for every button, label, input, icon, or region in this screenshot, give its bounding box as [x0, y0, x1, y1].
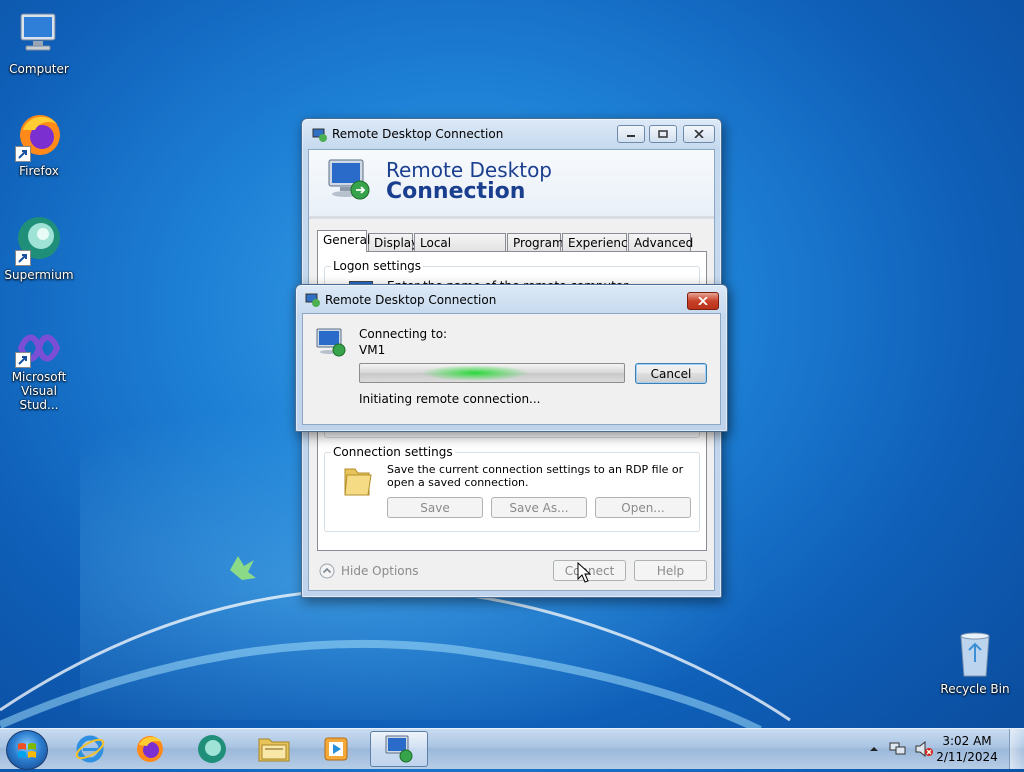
- connection-settings-text: Save the current connection settings to …: [387, 463, 684, 489]
- show-hidden-icons-button[interactable]: [868, 743, 880, 755]
- taskbar-file-explorer[interactable]: [246, 731, 302, 767]
- desktop-icon-label: Microsoft Visual Stud...: [11, 370, 67, 412]
- tab-advanced[interactable]: Advanced: [628, 233, 693, 252]
- connecting-to-label: Connecting to:: [359, 327, 448, 341]
- system-clock[interactable]: 3:02 AM 2/11/2024: [932, 733, 1002, 765]
- computer-name: VM1: [359, 343, 386, 357]
- folder-icon: [341, 465, 373, 499]
- chevron-up-icon: [319, 563, 335, 579]
- tab-programs[interactable]: Programs: [507, 233, 570, 252]
- taskbar: 3:02 AM 2/11/2024: [0, 728, 1024, 770]
- close-button[interactable]: [687, 292, 719, 310]
- progress-marquee: [420, 365, 530, 381]
- close-button[interactable]: [683, 125, 715, 143]
- desktop-icon-recycle-bin[interactable]: Recycle Bin: [937, 630, 1013, 696]
- file-explorer-icon: [258, 738, 290, 762]
- close-icon: [698, 297, 708, 305]
- visual-studio-icon: [13, 328, 65, 368]
- banner: Remote Desktop Connection: [309, 150, 714, 216]
- connection-settings-label: Connection settings: [331, 445, 455, 459]
- supermium-icon: [198, 735, 226, 763]
- progress-dialog-client: Connecting to: VM1 Cancel Initiating rem…: [302, 313, 721, 425]
- desktop-icon-label: Firefox: [19, 164, 59, 178]
- taskbar-internet-explorer[interactable]: [62, 731, 118, 767]
- desktop-icon-computer[interactable]: Computer: [1, 8, 77, 76]
- remote-desktop-icon: [312, 127, 328, 143]
- minimize-icon: [627, 135, 635, 137]
- supermium-icon: [13, 214, 65, 266]
- desktop-icon-firefox[interactable]: Firefox: [1, 110, 77, 178]
- banner-title-line2: Connection: [386, 179, 526, 204]
- tab-experience[interactable]: Experience: [562, 233, 635, 252]
- network-icon: [889, 742, 906, 755]
- media-player-icon: [324, 737, 348, 761]
- window-title: Remote Desktop Connection: [332, 127, 504, 141]
- clock-time: 3:02 AM: [942, 734, 992, 748]
- minimize-button[interactable]: [617, 125, 645, 143]
- cancel-button[interactable]: Cancel: [635, 363, 707, 384]
- remote-desktop-icon: [305, 292, 321, 308]
- show-desktop-button[interactable]: [1009, 729, 1024, 769]
- save-button[interactable]: Save: [387, 497, 483, 518]
- progress-dialog-titlebar[interactable]: Remote Desktop Connection: [296, 285, 727, 315]
- tab-local-resources[interactable]: Local Resources: [414, 233, 506, 269]
- recycle-bin-icon: [949, 630, 1001, 680]
- logon-settings-label: Logon settings: [331, 259, 424, 273]
- status-text: Initiating remote connection...: [359, 392, 541, 406]
- desktop-icon-label: Computer: [9, 62, 69, 76]
- help-button[interactable]: Help: [634, 560, 707, 581]
- tab-display[interactable]: Display: [368, 233, 418, 252]
- desktop-icon-label: Supermium: [4, 268, 74, 282]
- taskbar-supermium[interactable]: [184, 731, 240, 767]
- volume-tray-button[interactable]: [914, 740, 934, 758]
- computer-icon: [13, 8, 65, 60]
- remote-desktop-icon: [315, 326, 349, 360]
- taskbar-remote-desktop[interactable]: [370, 731, 428, 767]
- remote-desktop-icon: [325, 156, 375, 206]
- network-tray-button[interactable]: [889, 740, 907, 758]
- volume-muted-icon: [915, 740, 933, 758]
- firefox-icon: [13, 110, 65, 162]
- desktop-icon-label: Recycle Bin: [940, 682, 1010, 696]
- connection-progress-bar: [359, 363, 625, 383]
- clock-date: 2/11/2024: [936, 750, 998, 764]
- shortcut-arrow-icon: [15, 146, 31, 162]
- rdc-progress-dialog: Remote Desktop Connection Connecting to:…: [295, 284, 728, 432]
- shortcut-arrow-icon: [15, 250, 31, 266]
- firefox-icon: [137, 736, 163, 762]
- mouse-cursor: [577, 562, 591, 583]
- start-button[interactable]: [6, 730, 48, 770]
- chevron-up-icon: [870, 747, 878, 751]
- banner-divider: [309, 216, 714, 219]
- remote-desktop-icon: [385, 735, 413, 763]
- hide-options-label: Hide Options: [341, 564, 419, 578]
- dialog-title: Remote Desktop Connection: [325, 293, 497, 307]
- tab-general[interactable]: General: [317, 230, 370, 252]
- taskbar-media-player[interactable]: [308, 731, 364, 767]
- internet-explorer-icon: [75, 735, 105, 763]
- save-as-button[interactable]: Save As...: [491, 497, 587, 518]
- shortcut-arrow-icon: [15, 352, 31, 368]
- taskbar-firefox[interactable]: [122, 731, 178, 767]
- windows-logo-icon: [18, 743, 36, 758]
- maximize-button[interactable]: [649, 125, 677, 143]
- open-button[interactable]: Open...: [595, 497, 691, 518]
- maximize-icon: [658, 130, 668, 138]
- close-icon: [694, 130, 704, 138]
- hide-options-button[interactable]: Hide Options: [319, 562, 418, 580]
- rdc-main-titlebar[interactable]: Remote Desktop Connection: [302, 119, 721, 149]
- desktop-icon-visual-studio[interactable]: Microsoft Visual Stud...: [1, 328, 77, 412]
- connection-settings-group: Connection settings Save the current con…: [324, 445, 700, 532]
- desktop-icon-supermium[interactable]: Supermium: [1, 214, 77, 282]
